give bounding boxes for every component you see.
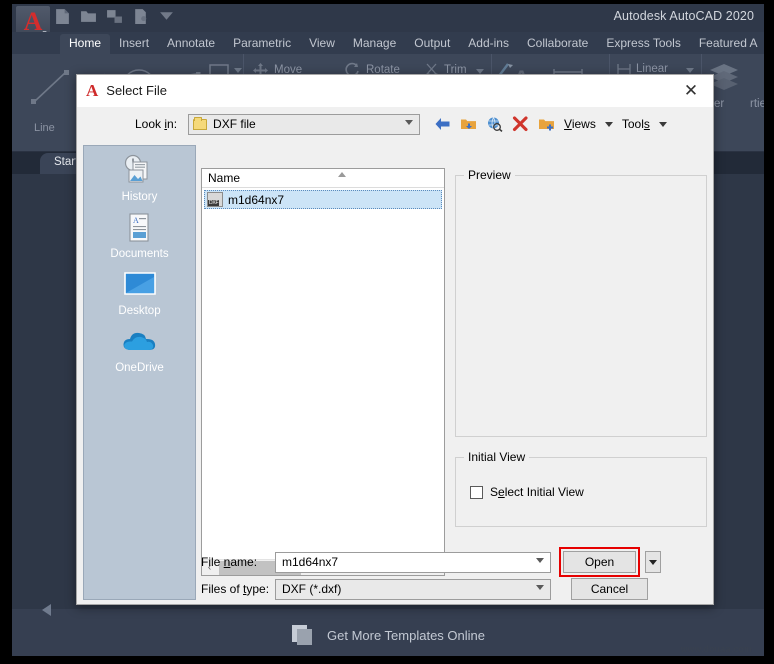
tab-parametric[interactable]: Parametric	[224, 34, 300, 54]
get-more-templates-link[interactable]: Get More Templates Online	[327, 628, 485, 643]
tab-collaborate[interactable]: Collaborate	[518, 34, 597, 54]
close-icon[interactable]: ✕	[669, 75, 713, 107]
file-list-header[interactable]: Name	[202, 169, 444, 188]
dxf-file-icon: DXF	[207, 192, 223, 207]
look-in-row: Look in: DXF file Views Tools	[77, 107, 715, 141]
application-title: Autodesk AutoCAD 2020	[613, 9, 754, 23]
column-header-name[interactable]: Name	[208, 171, 240, 185]
preview-caption: Preview	[464, 168, 515, 182]
file-name-input[interactable]: m1d64nx7	[275, 551, 551, 573]
open-button-highlight: Open	[559, 547, 640, 577]
look-in-value: DXF file	[213, 117, 256, 131]
place-documents-label: Documents	[110, 248, 169, 260]
quick-access-toolbar	[54, 8, 175, 25]
back-arrow-icon[interactable]	[434, 116, 451, 132]
new-folder-icon[interactable]	[538, 116, 555, 132]
select-initial-view-row[interactable]: Select Initial View	[470, 485, 584, 499]
window-title-bar: A ▼ Autodesk AutoCAD	[12, 4, 764, 40]
list-item[interactable]: DXF m1d64nx7	[204, 190, 442, 209]
templates-icon	[292, 625, 312, 645]
open-button[interactable]: Open	[563, 551, 636, 573]
line-tool-icon[interactable]	[28, 66, 74, 108]
list-item-label: m1d64nx7	[228, 192, 285, 207]
dialog-toolbar: Views Tools	[434, 116, 667, 132]
linear-dropdown-icon[interactable]	[686, 68, 694, 73]
place-history-label: History	[121, 191, 158, 203]
tools-caret-icon[interactable]	[658, 121, 667, 127]
place-history[interactable]: History	[84, 152, 195, 203]
file-type-value: DXF (*.dxf)	[282, 582, 342, 596]
svg-text:A: A	[133, 216, 139, 225]
tab-manage[interactable]: Manage	[344, 34, 405, 54]
layer-properties-label: er	[714, 98, 725, 110]
tab-express-tools[interactable]: Express Tools	[597, 34, 689, 54]
initial-view-caption: Initial View	[464, 450, 530, 464]
tab-output[interactable]: Output	[405, 34, 459, 54]
search-web-icon[interactable]	[486, 116, 503, 132]
chevron-down-icon[interactable]	[405, 119, 414, 125]
select-initial-view-label[interactable]: Select Initial View	[490, 485, 584, 499]
file-name-row: File name: m1d64nx7 Open	[77, 547, 661, 577]
select-initial-view-checkbox[interactable]	[470, 485, 483, 499]
file-type-chevron-down-icon[interactable]	[536, 584, 544, 590]
ribbon-group-properties: rties	[750, 54, 764, 152]
ribbon-tab-bar: Home Insert Annotate Parametric View Man…	[12, 32, 764, 54]
tab-home[interactable]: Home	[60, 34, 111, 54]
place-onedrive[interactable]: OneDrive	[84, 323, 195, 374]
tab-featured-apps[interactable]: Featured A	[690, 34, 764, 54]
dxf-file-type-tag: DXF	[208, 200, 220, 206]
qat-dropdown-icon[interactable]	[158, 8, 175, 25]
get-more-templates-row[interactable]: Get More Templates Online	[12, 624, 764, 646]
file-type-row: Files of type: DXF (*.dxf) Cancel	[77, 578, 648, 600]
file-type-combobox[interactable]: DXF (*.dxf)	[275, 578, 551, 600]
history-icon	[120, 152, 160, 190]
open-split-dropdown-icon[interactable]	[645, 551, 661, 573]
rectangle-dropdown-icon[interactable]	[234, 68, 242, 73]
tools-menu-label[interactable]: Tools	[622, 117, 650, 131]
initial-view-group: Initial View Select Initial View	[455, 450, 707, 527]
file-type-label: Files of type:	[201, 582, 270, 596]
new-file-icon[interactable]	[54, 8, 71, 25]
line-tool-label: Line	[34, 122, 55, 134]
views-menu-label[interactable]: Views	[564, 117, 596, 131]
file-name-chevron-down-icon[interactable]	[536, 557, 544, 563]
file-name-value: m1d64nx7	[282, 555, 339, 569]
dialog-title: Select File	[106, 83, 167, 98]
place-documents[interactable]: A Documents	[84, 209, 195, 260]
tab-insert[interactable]: Insert	[110, 34, 158, 54]
save-as-icon[interactable]	[132, 8, 149, 25]
look-in-label: Look in:	[135, 117, 178, 131]
dialog-autocad-icon: A	[86, 81, 99, 100]
preview-group: Preview	[455, 168, 707, 437]
look-in-combobox[interactable]: DXF file	[188, 113, 421, 135]
views-caret-icon[interactable]	[604, 121, 613, 127]
properties-label: rties	[750, 98, 764, 110]
save-file-icon[interactable]	[106, 8, 123, 25]
desktop-icon	[120, 266, 160, 304]
cancel-button[interactable]: Cancel	[571, 578, 648, 600]
open-file-icon[interactable]	[80, 8, 97, 25]
dialog-title-bar[interactable]: A Select File ✕	[77, 75, 713, 107]
folder-icon	[193, 116, 208, 130]
select-file-dialog: A Select File ✕ Look in: DXF file Views …	[76, 74, 714, 605]
place-onedrive-label: OneDrive	[115, 362, 164, 374]
file-name-label: File name:	[201, 555, 258, 569]
carousel-prev-arrow-icon[interactable]	[42, 604, 51, 616]
place-desktop-label: Desktop	[118, 305, 161, 317]
tab-annotate[interactable]: Annotate	[158, 34, 224, 54]
tab-view[interactable]: View	[300, 34, 344, 54]
places-bar: History A Documents Desktop OneDrive	[83, 145, 196, 600]
screenshot-root: A ▼ Autodesk AutoCAD	[0, 0, 774, 664]
delete-icon[interactable]	[512, 116, 529, 132]
documents-icon: A	[120, 209, 160, 247]
tab-add-ins[interactable]: Add-ins	[459, 34, 518, 54]
place-desktop[interactable]: Desktop	[84, 266, 195, 317]
up-folder-icon[interactable]	[460, 116, 477, 132]
watermark-text: www.douaa.com	[680, 644, 752, 654]
sort-ascending-icon	[338, 172, 346, 177]
file-list[interactable]: Name DXF m1d64nx7 ‹ ›	[201, 168, 445, 576]
onedrive-cloud-icon	[120, 323, 160, 361]
